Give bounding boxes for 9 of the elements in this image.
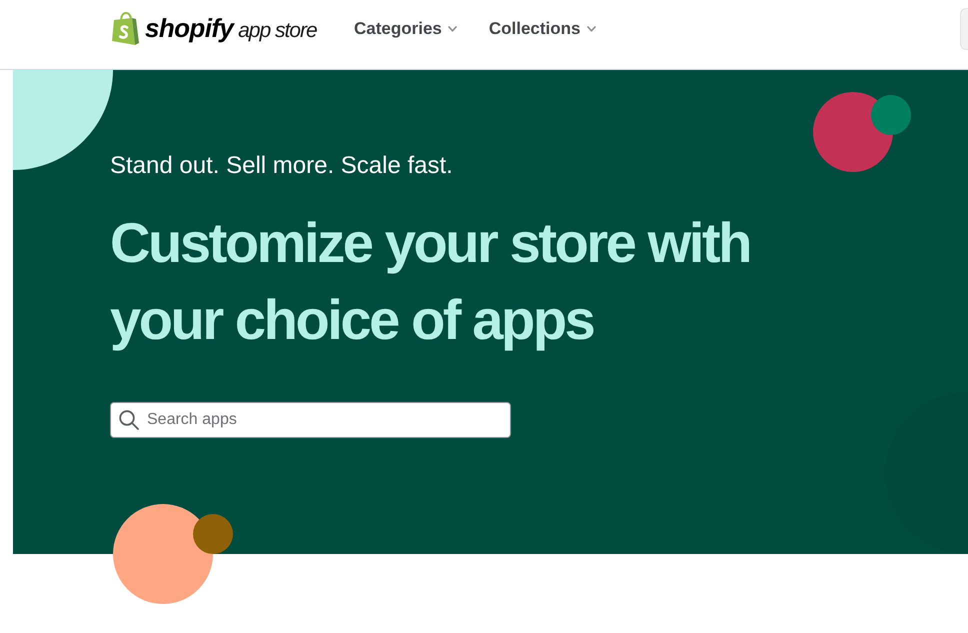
search-icon: [119, 410, 139, 430]
nav-menu-button[interactable]: Collections: [488, 18, 596, 38]
hero-headline: Customize your store with your choice of apps: [110, 210, 752, 353]
shopping-bag-icon: [112, 12, 139, 45]
nav-menu-button[interactable]: Categories: [354, 18, 457, 38]
logo-link[interactable]: shopify app store: [112, 12, 317, 45]
search-field[interactable]: Search apps: [110, 402, 511, 438]
header-button[interactable]: [960, 8, 968, 50]
hero-tagline: Stand out. Sell more. Scale fast.: [110, 151, 453, 181]
